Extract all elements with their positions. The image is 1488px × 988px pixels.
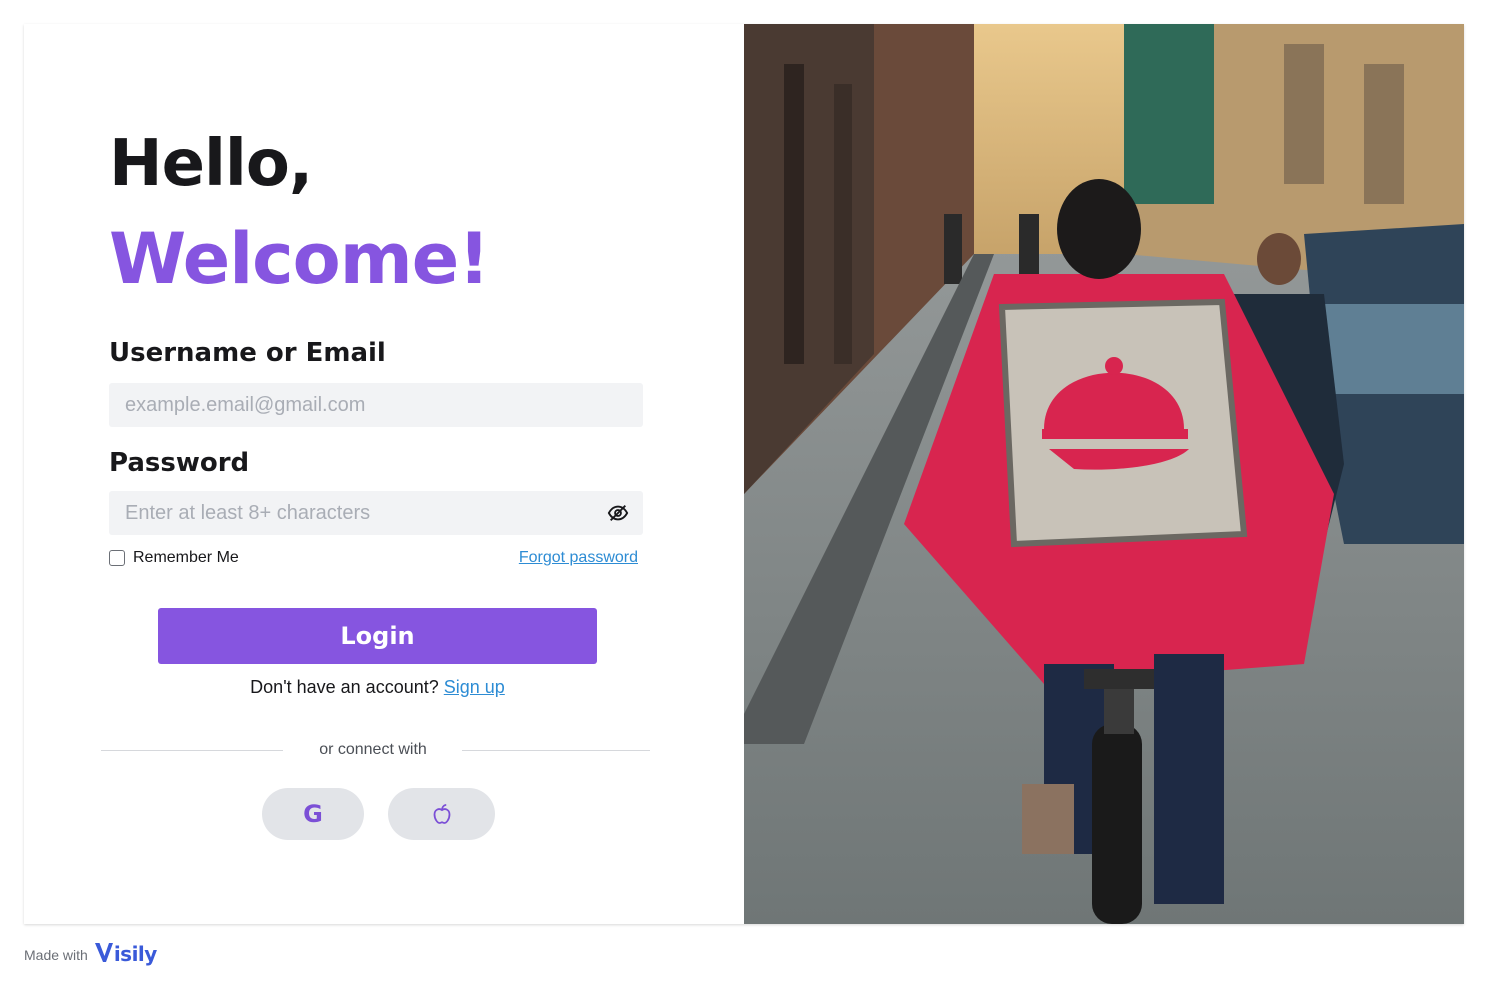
eye-off-icon[interactable] bbox=[607, 502, 629, 524]
password-label: Password bbox=[109, 448, 250, 478]
password-input[interactable] bbox=[109, 491, 643, 535]
remember-me[interactable]: Remember Me bbox=[109, 549, 239, 567]
signup-link[interactable]: Sign up bbox=[444, 677, 505, 697]
visily-wordmark: isily bbox=[113, 942, 158, 966]
delivery-rider-photo bbox=[744, 24, 1464, 924]
login-panel: Hello, Welcome! Username or Email Passwo… bbox=[24, 24, 744, 924]
username-input[interactable] bbox=[109, 383, 643, 427]
google-icon: G bbox=[303, 800, 323, 828]
divider-right bbox=[462, 750, 650, 751]
forgot-password-link[interactable]: Forgot password bbox=[519, 549, 638, 567]
google-login-button[interactable]: G bbox=[262, 788, 364, 840]
signup-prompt: Don't have an account? bbox=[250, 677, 439, 697]
visily-logo[interactable]: isily bbox=[94, 940, 157, 966]
password-field-wrapper bbox=[109, 491, 643, 535]
hero-photo bbox=[744, 24, 1464, 924]
login-card: Hello, Welcome! Username or Email Passwo… bbox=[24, 24, 1464, 924]
remember-checkbox[interactable] bbox=[109, 550, 125, 566]
username-label: Username or Email bbox=[109, 338, 386, 368]
divider-left bbox=[101, 750, 283, 751]
signup-row: Don't have an account? Sign up bbox=[24, 677, 731, 698]
apple-login-button[interactable] bbox=[388, 788, 495, 840]
username-field-wrapper bbox=[109, 383, 643, 427]
footer: Made with isily bbox=[24, 940, 157, 966]
visily-v-icon bbox=[94, 943, 113, 962]
welcome-heading: Welcome! bbox=[109, 218, 490, 300]
connect-text: or connect with bbox=[319, 741, 427, 758]
apple-icon bbox=[433, 804, 450, 824]
hello-heading: Hello, bbox=[109, 127, 313, 201]
login-button[interactable]: Login bbox=[158, 608, 597, 664]
remember-label: Remember Me bbox=[133, 549, 239, 566]
made-with-text: Made with bbox=[24, 947, 88, 963]
